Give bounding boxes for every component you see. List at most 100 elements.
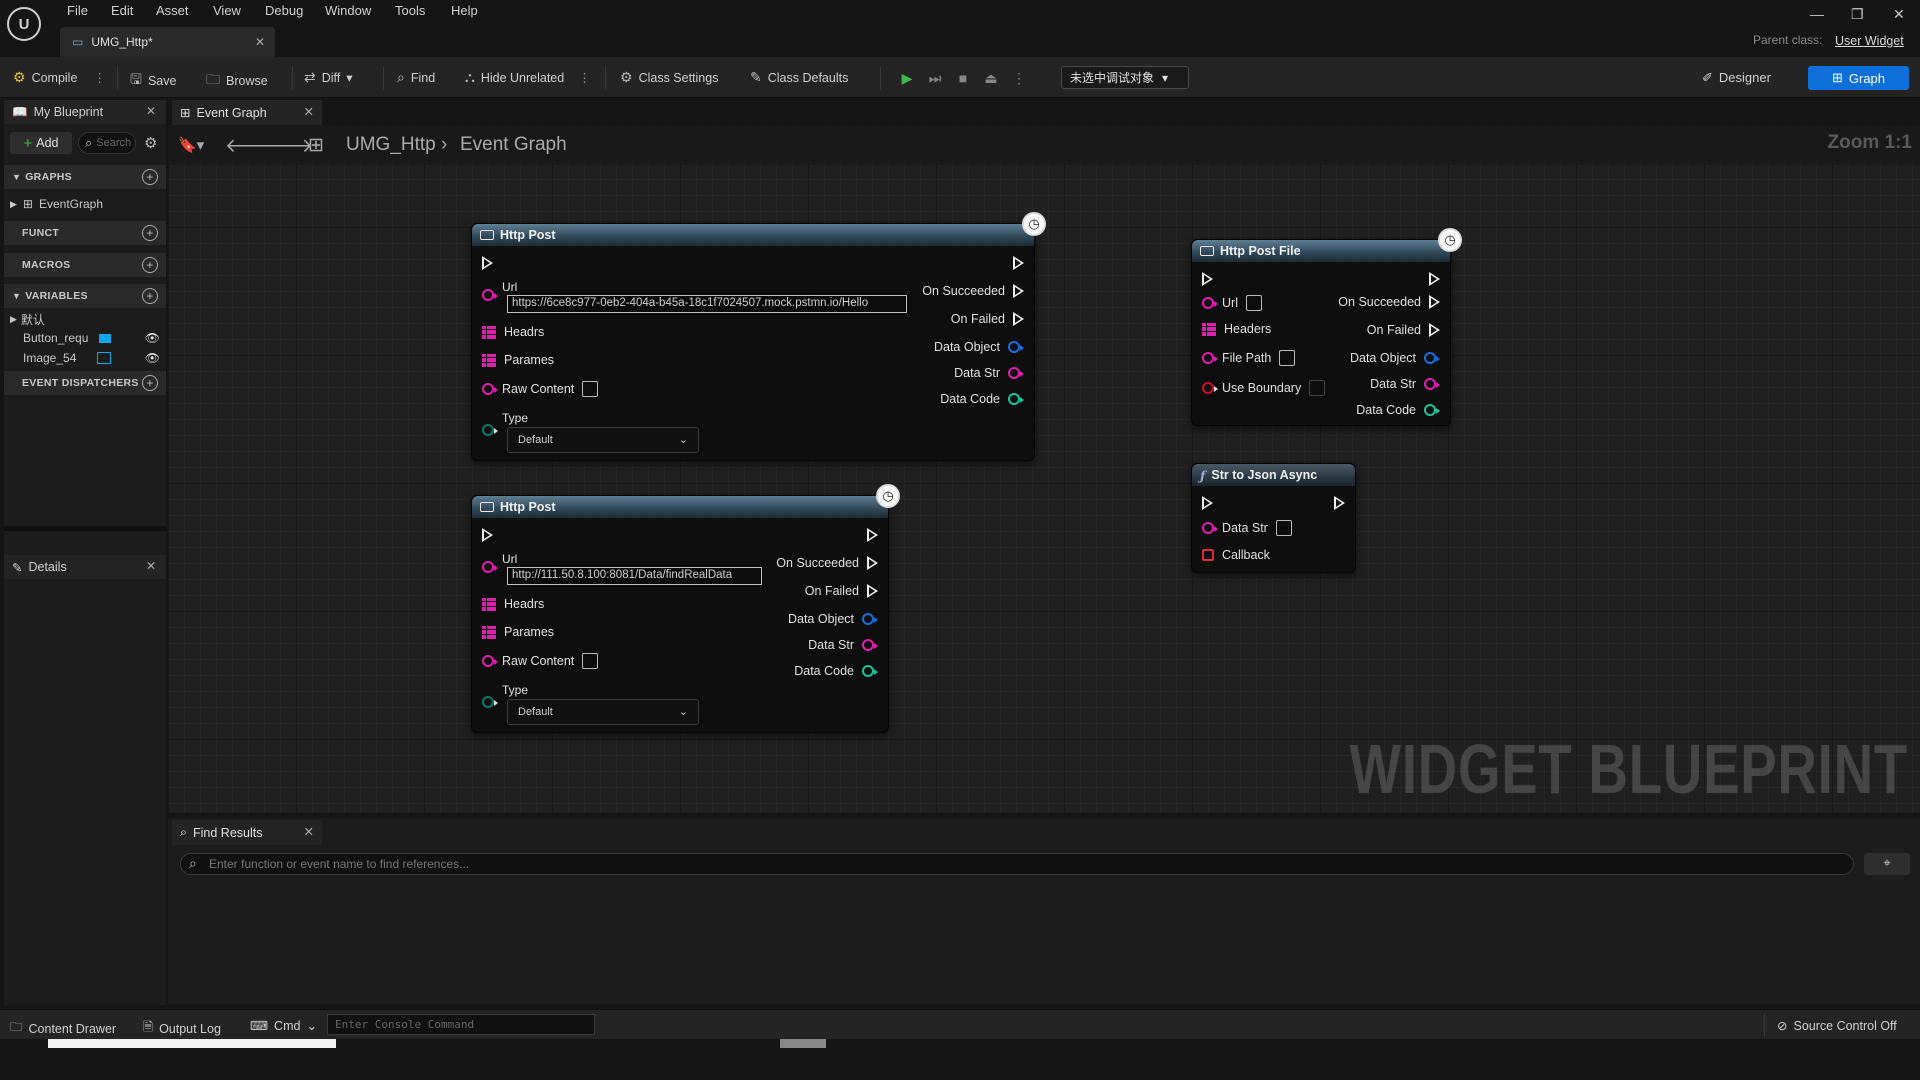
eye-icon[interactable]: 👁 xyxy=(145,331,160,345)
forward-arrow-icon[interactable]: 🡒 xyxy=(262,134,313,158)
menu-help[interactable]: Help xyxy=(451,3,478,18)
data-str-value-box[interactable] xyxy=(1275,520,1292,536)
headers-pin[interactable]: Headers xyxy=(1202,322,1271,336)
data-object-pin[interactable]: Data Object xyxy=(788,612,878,626)
eject-icon[interactable]: ⏏ xyxy=(980,67,1002,89)
data-str-pin[interactable]: Data Str xyxy=(954,366,1024,380)
file-path-pin[interactable]: File Path xyxy=(1202,350,1296,366)
type-select[interactable]: Default ⌄ xyxy=(507,427,699,453)
event-dispatchers-section[interactable]: EVENT DISPATCHERS + xyxy=(4,371,166,395)
functions-section[interactable]: FUNCT + xyxy=(4,221,166,245)
graphs-section[interactable]: ▼ GRAPHS + xyxy=(4,165,166,189)
menu-asset[interactable]: Asset xyxy=(156,3,189,18)
my-blueprint-tab[interactable]: 📖 My Blueprint ✕ xyxy=(4,100,166,124)
find-search-input[interactable]: ⌕ Enter function or event name to find r… xyxy=(180,853,1854,875)
add-graph-icon[interactable]: + xyxy=(142,169,158,185)
cmd-select[interactable]: ⌨ Cmd ⌄ xyxy=(250,1018,317,1034)
diff-button[interactable]: ⇄ Diff ▾ xyxy=(304,69,353,86)
event-graph-panel[interactable]: ⊞ Event Graph ✕ 🔖▾ 🡐 🡒 ⊞ UMG_Http › Even… xyxy=(168,99,1920,813)
unreal-logo-icon[interactable]: U xyxy=(7,7,41,41)
data-str-pin[interactable]: Data Str xyxy=(1370,377,1440,391)
debug-object-select[interactable]: 未选中调试对象 ▾ xyxy=(1061,66,1189,89)
variables-section[interactable]: ▼ VARIABLES + xyxy=(4,284,166,308)
variable-item[interactable]: Image_54 👁 xyxy=(4,349,166,367)
data-object-pin[interactable]: Data Object xyxy=(1350,351,1440,365)
play-options-icon[interactable]: ⋮ xyxy=(1008,67,1030,89)
find-results-tab[interactable]: ⌕ Find Results ✕ xyxy=(172,820,322,845)
node-header[interactable]: Http Post xyxy=(472,224,1034,246)
compile-button[interactable]: ⚙ Compile ⋮ xyxy=(13,69,106,86)
url-input[interactable]: http://111.50.8.100:8081/Data/findRealDa… xyxy=(507,567,762,585)
console-command-input[interactable]: Enter Console Command xyxy=(327,1014,595,1035)
more-options-icon[interactable]: ⋮ xyxy=(578,70,591,85)
designer-mode-button[interactable]: ✐ Designer xyxy=(1690,66,1785,89)
raw-content-checkbox[interactable] xyxy=(582,381,599,397)
url-value-box[interactable] xyxy=(1245,295,1262,311)
exec-out-pin[interactable] xyxy=(867,528,878,542)
find-button[interactable]: ⌕ Find xyxy=(397,69,435,86)
exec-in-pin[interactable] xyxy=(482,528,493,542)
content-drawer-button[interactable]: 🗀 Content Drawer xyxy=(10,1018,116,1039)
close-icon[interactable]: ✕ xyxy=(304,104,314,119)
restore-icon[interactable]: ❐ xyxy=(1851,6,1864,23)
event-graph-tab[interactable]: ⊞ Event Graph ✕ xyxy=(172,100,322,125)
graph-mode-button[interactable]: ⊞ Graph xyxy=(1808,66,1909,90)
parames-pin[interactable]: Parames xyxy=(482,353,554,367)
menu-edit[interactable]: Edit xyxy=(111,3,133,18)
close-icon[interactable]: ✕ xyxy=(146,559,156,573)
add-function-icon[interactable]: + xyxy=(142,225,158,241)
minimize-icon[interactable]: — xyxy=(1810,6,1824,22)
variable-category[interactable]: ▶ 默认 xyxy=(4,310,166,328)
browse-button[interactable]: 🗀 Browse xyxy=(206,69,268,93)
menu-view[interactable]: View xyxy=(213,3,241,18)
breadcrumb-root[interactable]: UMG_Http xyxy=(346,134,436,156)
data-str-pin[interactable]: Data Str xyxy=(1202,520,1292,536)
raw-content-pin[interactable]: Raw Content xyxy=(482,653,599,669)
variable-item[interactable]: Button_requ 👁 xyxy=(4,329,166,347)
close-icon[interactable]: ✕ xyxy=(146,104,156,118)
file-path-value-box[interactable] xyxy=(1279,350,1296,366)
taskbar-item[interactable] xyxy=(48,1039,336,1048)
class-defaults-button[interactable]: ✎ Class Defaults xyxy=(750,69,848,86)
raw-content-checkbox[interactable] xyxy=(582,653,599,669)
exec-out-pin[interactable] xyxy=(1334,496,1345,510)
raw-content-pin[interactable]: Raw Content xyxy=(482,381,599,397)
http-post-file-node[interactable]: Http Post File ◷ Url Headers File Path U… xyxy=(1191,228,1462,426)
node-header[interactable]: Http Post File xyxy=(1192,240,1450,262)
node-header[interactable]: Http Post xyxy=(472,496,888,518)
url-pin[interactable] xyxy=(482,561,498,573)
headrs-pin[interactable]: Headrs xyxy=(482,597,544,611)
step-icon[interactable]: ⏭ xyxy=(924,67,946,89)
menu-debug[interactable]: Debug xyxy=(265,3,303,18)
search-input[interactable]: ⌕ Search xyxy=(78,132,136,154)
headrs-pin[interactable]: Headrs xyxy=(482,325,544,339)
taskbar-item[interactable] xyxy=(780,1039,826,1048)
callback-pin[interactable]: Callback xyxy=(1202,548,1270,562)
add-dispatcher-icon[interactable]: + xyxy=(142,375,158,391)
data-code-pin[interactable]: Data Code xyxy=(1356,403,1440,417)
on-succeeded-pin[interactable]: On Succeeded xyxy=(1338,295,1440,309)
on-failed-pin[interactable]: On Failed xyxy=(1367,323,1440,337)
close-icon[interactable]: ✕ xyxy=(304,824,314,839)
menu-window[interactable]: Window xyxy=(325,3,371,18)
find-binoculars-button[interactable]: ⌖ xyxy=(1864,853,1910,875)
on-failed-pin[interactable]: On Failed xyxy=(805,584,878,598)
http-post-node[interactable]: Http Post ◷ Url http://111.50.8.100:8081… xyxy=(471,484,900,733)
str-to-json-async-node[interactable]: ƒ Str to Json Async Data Str Callback xyxy=(1191,463,1356,573)
data-object-pin[interactable]: Data Object xyxy=(934,340,1024,354)
gear-icon[interactable]: ⚙ xyxy=(144,134,157,152)
details-tab[interactable]: ✎ Details ✕ xyxy=(4,555,166,579)
compile-options-icon[interactable]: ⋮ xyxy=(93,70,106,85)
on-failed-pin[interactable]: On Failed xyxy=(951,312,1024,326)
data-code-pin[interactable]: Data Code xyxy=(794,664,878,678)
type-select[interactable]: Default ⌄ xyxy=(507,699,699,725)
exec-out-pin[interactable] xyxy=(1013,256,1024,270)
macros-section[interactable]: MACROS + xyxy=(4,253,166,277)
parames-pin[interactable]: Parames xyxy=(482,625,554,639)
url-input[interactable]: https://6ce8c977-0eb2-404a-b45a-18c1f702… xyxy=(507,295,907,313)
type-pin[interactable] xyxy=(482,696,498,708)
data-code-pin[interactable]: Data Code xyxy=(940,392,1024,406)
menu-tools[interactable]: Tools xyxy=(395,3,425,18)
type-pin[interactable] xyxy=(482,424,498,436)
add-variable-icon[interactable]: + xyxy=(142,288,158,304)
